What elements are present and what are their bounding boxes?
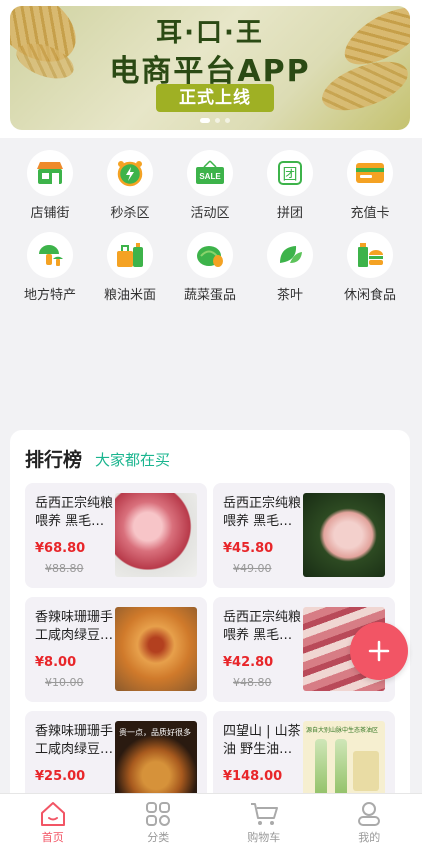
category-label: 茶叶	[276, 288, 303, 303]
category-grid-icon	[106, 800, 212, 828]
category-tea[interactable]: 茶叶	[248, 232, 332, 303]
tab-label: 首页	[41, 831, 64, 844]
product-name: 香辣味珊珊手工咸肉绿豆…	[35, 724, 114, 757]
vegetable-icon	[187, 232, 233, 278]
category-vegetables-eggs[interactable]: 蔬菜蛋品	[168, 232, 252, 303]
product-price: ¥8.00	[35, 655, 77, 670]
oil-bottle	[315, 739, 327, 799]
product-original-price: ¥49.00	[233, 562, 272, 575]
alarm-clock-icon	[107, 150, 153, 196]
category-recharge-card[interactable]: 充值卡	[328, 150, 412, 221]
group-buy-icon: 团	[267, 150, 313, 196]
category-local-specialty[interactable]: 地方特产	[8, 232, 92, 303]
carousel-dots	[200, 118, 230, 123]
category-flash-sale[interactable]: 秒杀区	[88, 150, 172, 221]
mushroom-icon	[27, 232, 73, 278]
plus-icon	[368, 640, 390, 662]
category-label: 蔬菜蛋品	[183, 288, 236, 303]
card-icon	[347, 150, 393, 196]
product-original-price: ¥88.80	[45, 562, 84, 575]
cart-icon	[211, 800, 317, 828]
svg-text:SALE: SALE	[199, 172, 221, 181]
category-label: 地方特产	[23, 288, 76, 303]
ranking-section: 排行榜 大家都在买 岳西正宗纯粮喂养 黑毛… ¥68.80 ¥88.80 岳西正…	[10, 430, 410, 845]
oil-bottle	[335, 739, 347, 799]
product-price: ¥42.80	[223, 655, 274, 670]
add-fab-button[interactable]	[350, 622, 408, 680]
banner-cta-button[interactable]: 正式上线	[156, 84, 274, 112]
tab-label: 分类	[147, 831, 170, 844]
tab-label: 我的	[358, 831, 381, 844]
product-name: 香辣味珊珊手工咸肉绿豆…	[35, 610, 114, 643]
category-store-street[interactable]: 店铺街	[8, 150, 92, 221]
category-label: 拼团	[276, 206, 303, 221]
promo-banner[interactable]: 耳·口·王 电商平台APP 正式上线	[10, 6, 410, 130]
product-card[interactable]: 岳西正宗纯粮喂养 黑毛… ¥45.80 ¥49.00	[213, 483, 395, 588]
profile-icon	[317, 800, 422, 828]
category-label: 充值卡	[350, 206, 390, 221]
product-price: ¥68.80	[35, 541, 86, 556]
tea-leaf-icon	[267, 232, 313, 278]
banner-area: 耳·口·王 电商平台APP 正式上线	[0, 0, 422, 138]
category-activity[interactable]: SALE 活动区	[168, 150, 252, 221]
bottom-tab-bar: 首页 分类 购物车 我的	[0, 793, 422, 845]
product-original-price: ¥48.80	[233, 676, 272, 689]
category-label: 活动区	[190, 206, 230, 221]
category-grain-oil[interactable]: 粮油米面	[88, 232, 172, 303]
product-price: ¥25.00	[35, 769, 86, 784]
pork-leg-image	[303, 493, 385, 577]
category-group-buy[interactable]: 团 拼团	[248, 150, 332, 221]
image-caption: 源自大别山脉中生态茶油区	[306, 727, 379, 734]
product-name: 岳西正宗纯粮喂养 黑毛…	[35, 496, 114, 529]
snack-icon	[347, 232, 393, 278]
snack-image	[115, 607, 197, 691]
product-original-price: ¥10.00	[45, 676, 84, 689]
product-name: 岳西正宗纯粮喂养 黑毛…	[223, 610, 302, 643]
carousel-dot[interactable]	[215, 118, 220, 123]
banner-title-line1: 耳·口·王	[156, 18, 264, 48]
category-snacks[interactable]: 休闲食品	[328, 232, 412, 303]
grain-oil-icon	[107, 232, 153, 278]
product-card[interactable]: 香辣味珊珊手工咸肉绿豆… ¥8.00 ¥10.00	[25, 597, 207, 702]
category-label: 秒杀区	[110, 206, 150, 221]
carousel-dot[interactable]	[200, 118, 210, 123]
svg-text:团: 团	[282, 165, 297, 183]
product-price: ¥45.80	[223, 541, 274, 556]
image-caption: 贵一点，品质好很多	[119, 728, 191, 737]
tab-home[interactable]: 首页	[0, 794, 106, 845]
gift-box	[353, 751, 379, 791]
category-label: 店铺街	[30, 206, 70, 221]
ranking-subtitle: 大家都在买	[95, 451, 171, 469]
carousel-dot[interactable]	[225, 118, 230, 123]
category-label: 休闲食品	[343, 288, 396, 303]
tab-profile[interactable]: 我的	[317, 794, 422, 845]
ranking-title: 排行榜	[25, 449, 83, 471]
tab-category[interactable]: 分类	[106, 794, 212, 845]
tab-cart[interactable]: 购物车	[211, 794, 317, 845]
product-name: 岳西正宗纯粮喂养 黑毛…	[223, 496, 302, 529]
tab-label: 购物车	[247, 831, 281, 844]
storefront-icon	[27, 150, 73, 196]
sale-sign-icon: SALE	[187, 150, 233, 196]
product-price: ¥148.00	[223, 769, 283, 784]
product-card[interactable]: 岳西正宗纯粮喂养 黑毛… ¥68.80 ¥88.80	[25, 483, 207, 588]
category-label: 粮油米面	[103, 288, 156, 303]
pork-image	[115, 493, 197, 577]
home-icon	[0, 800, 106, 828]
product-name: 四望山 | 山茶油 野生油…	[223, 724, 301, 757]
